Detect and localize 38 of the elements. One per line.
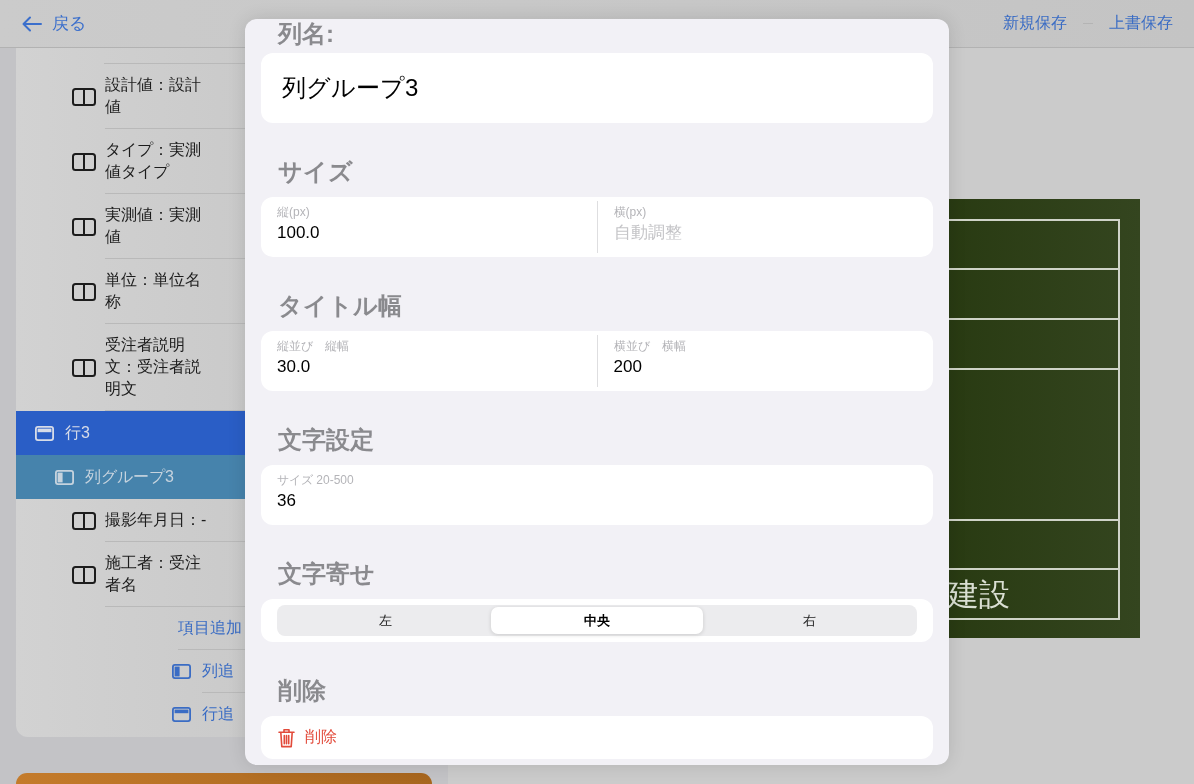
text-field[interactable]: サイズ 20-500 36 bbox=[261, 465, 933, 525]
column-layout-icon bbox=[172, 664, 191, 679]
bottom-button[interactable] bbox=[16, 773, 432, 784]
section-title: 文字設定 bbox=[278, 426, 374, 453]
row-layout-icon bbox=[35, 425, 54, 441]
segment-option[interactable]: 右 bbox=[703, 607, 915, 634]
field-label: 縦(px) bbox=[277, 205, 310, 220]
two-column-icon bbox=[72, 87, 96, 106]
two-column-icon bbox=[72, 217, 96, 236]
segmented-control[interactable]: 左 中央 右 bbox=[277, 605, 917, 636]
row-layout-icon bbox=[172, 706, 191, 722]
text-input[interactable]: 200 bbox=[613, 356, 917, 378]
trash-icon bbox=[278, 727, 295, 748]
two-column-icon bbox=[72, 152, 96, 171]
column-layout-icon bbox=[55, 469, 74, 485]
segment-option[interactable]: 左 bbox=[279, 607, 491, 634]
text-input[interactable]: 自動調整 bbox=[613, 222, 917, 244]
name-input[interactable]: 列グループ3 bbox=[261, 53, 933, 123]
two-column-icon bbox=[72, 511, 96, 530]
field-label: 横並び 横幅 bbox=[613, 339, 686, 354]
section-title: タイトル幅 bbox=[278, 292, 402, 319]
two-column-icon bbox=[72, 282, 96, 301]
delete-button[interactable]: 削除 bbox=[261, 716, 933, 759]
section-title: 文字寄せ bbox=[278, 560, 375, 587]
tree-item[interactable]: 行3 bbox=[16, 411, 248, 455]
board-text: 建設 bbox=[948, 578, 1010, 610]
section-title: 列名: bbox=[278, 20, 334, 47]
segment-option[interactable]: 中央 bbox=[491, 607, 703, 634]
two-column-icon bbox=[72, 565, 96, 584]
back-arrow-icon bbox=[22, 15, 42, 32]
two-column-icon bbox=[72, 358, 96, 377]
field-label: 縦並び 縦幅 bbox=[277, 339, 349, 354]
section-title: サイズ bbox=[278, 158, 353, 185]
text-input[interactable]: 30.0 bbox=[277, 356, 581, 378]
field-label: サイズ 20-500 bbox=[277, 473, 354, 488]
text-input[interactable]: 100.0 bbox=[277, 222, 581, 244]
field-label: 横(px) bbox=[613, 205, 647, 220]
section-title: 削除 bbox=[278, 677, 326, 704]
